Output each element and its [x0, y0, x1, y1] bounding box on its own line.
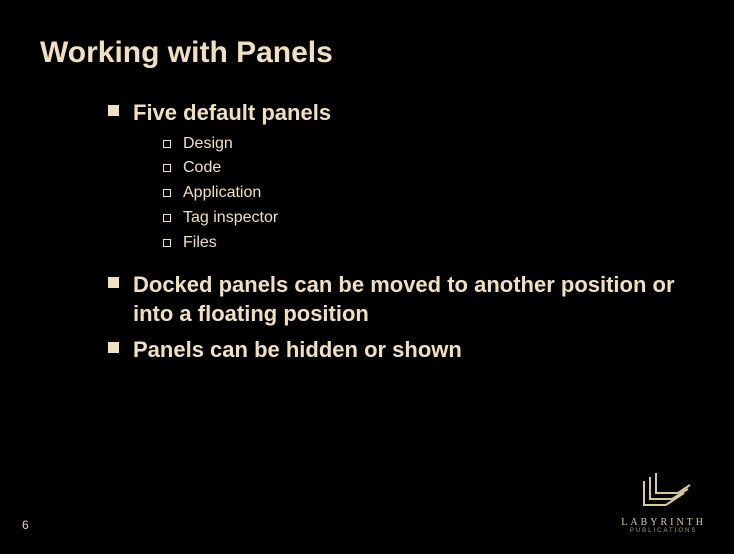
- sub-bullet-text: Files: [183, 233, 217, 254]
- logo-brand-name: LABYRINTH: [621, 517, 706, 528]
- sub-bullet-item: Application: [163, 183, 331, 204]
- brand-logo: LABYRINTH PUBLICATIONS: [621, 473, 706, 534]
- sub-bullet-item: Tag inspector: [163, 208, 331, 229]
- logo-tagline: PUBLICATIONS: [630, 528, 698, 534]
- sub-bullet-list: Design Code Application Tag inspector: [163, 134, 331, 254]
- sub-bullet-text: Design: [183, 134, 233, 155]
- bullet-item: Five default panels Design Code Applicat…: [108, 98, 694, 264]
- labyrinth-logo-icon: [636, 473, 692, 515]
- bullet-item: Docked panels can be moved to another po…: [108, 270, 694, 329]
- bullet-text: Five default panels: [133, 98, 331, 128]
- square-bullet-icon: [108, 342, 119, 353]
- main-bullet-list: Five default panels Design Code Applicat…: [108, 98, 694, 365]
- sub-bullet-item: Code: [163, 158, 331, 179]
- hollow-bullet-icon: [163, 239, 171, 247]
- page-number: 6: [22, 518, 29, 532]
- sub-bullet-text: Application: [183, 183, 261, 204]
- hollow-bullet-icon: [163, 189, 171, 197]
- bullet-text: Panels can be hidden or shown: [133, 335, 462, 365]
- hollow-bullet-icon: [163, 164, 171, 172]
- square-bullet-icon: [108, 277, 119, 288]
- sub-bullet-item: Design: [163, 134, 331, 155]
- sub-bullet-text: Code: [183, 158, 221, 179]
- slide-content: Working with Panels Five default panels …: [0, 0, 734, 365]
- bullet-item: Panels can be hidden or shown: [108, 335, 694, 365]
- sub-bullet-item: Files: [163, 233, 331, 254]
- bullet-text: Docked panels can be moved to another po…: [133, 270, 694, 329]
- square-bullet-icon: [108, 105, 119, 116]
- hollow-bullet-icon: [163, 214, 171, 222]
- slide-title: Working with Panels: [40, 36, 694, 70]
- hollow-bullet-icon: [163, 140, 171, 148]
- sub-bullet-text: Tag inspector: [183, 208, 278, 229]
